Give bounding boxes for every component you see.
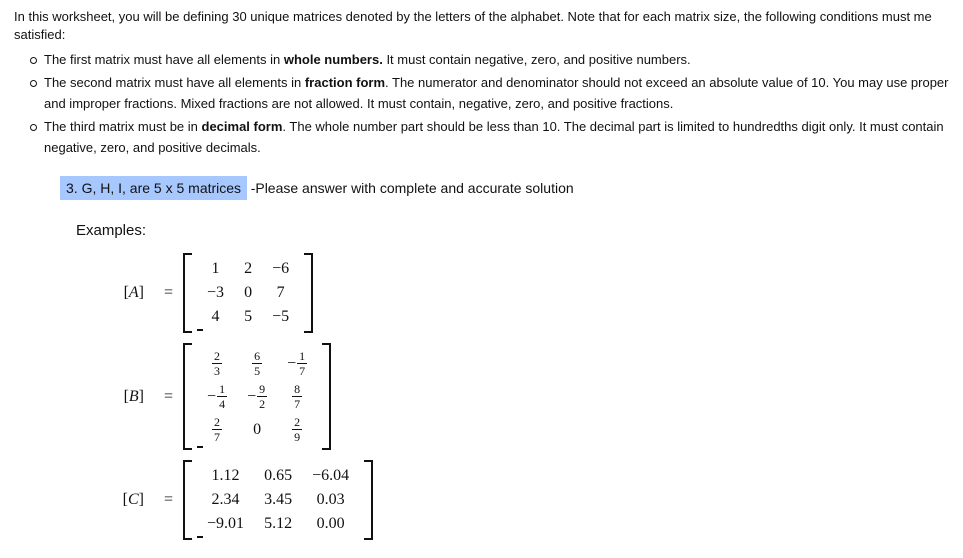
matrix-c-bracket: 1.120.65−6.04 2.343.450.03 −9.015.120.00 bbox=[183, 460, 373, 540]
cell: 23 bbox=[197, 347, 237, 380]
text: The second matrix must have all elements… bbox=[44, 75, 305, 90]
matrix-a-bracket: 12−6 −307 45−5 bbox=[183, 253, 313, 333]
cell: 3.45 bbox=[254, 488, 302, 512]
cell: −5 bbox=[262, 305, 299, 329]
matrix-c-label: [C] bbox=[94, 491, 144, 509]
cell: 1.12 bbox=[197, 464, 254, 488]
intro-text: In this worksheet, you will be defining … bbox=[14, 8, 949, 44]
cell: 0.65 bbox=[254, 464, 302, 488]
please-answer-note: -Please answer with complete and accurat… bbox=[251, 180, 574, 196]
cell: −17 bbox=[277, 347, 317, 380]
cell: 0.03 bbox=[302, 488, 359, 512]
conditions-list: The first matrix must have all elements … bbox=[14, 50, 949, 158]
cell: 65 bbox=[237, 347, 277, 380]
question-row: 3. G, H, I, are 5 x 5 matrices -Please a… bbox=[60, 176, 949, 200]
condition-item: The third matrix must be in decimal form… bbox=[44, 117, 949, 159]
cell: 0 bbox=[237, 413, 277, 446]
matrix-a-table: 12−6 −307 45−5 bbox=[197, 257, 299, 329]
cell: −6 bbox=[262, 257, 299, 281]
bold: fraction form bbox=[305, 75, 385, 90]
bold: whole numbers. bbox=[284, 52, 383, 67]
cell: 0.00 bbox=[302, 512, 359, 536]
condition-item: The second matrix must have all elements… bbox=[44, 73, 949, 115]
text: The first matrix must have all elements … bbox=[44, 52, 284, 67]
cell: −3 bbox=[197, 281, 234, 305]
equals-sign: = bbox=[164, 491, 173, 509]
cell: 27 bbox=[197, 413, 237, 446]
question-highlight: 3. G, H, I, are 5 x 5 matrices bbox=[60, 176, 247, 200]
cell: −14 bbox=[197, 380, 237, 413]
text: The third matrix must be in bbox=[44, 119, 202, 134]
equals-sign: = bbox=[164, 284, 173, 302]
cell: 29 bbox=[277, 413, 317, 446]
cell: −6.04 bbox=[302, 464, 359, 488]
cell: 87 bbox=[277, 380, 317, 413]
cell: 2 bbox=[234, 257, 262, 281]
matrix-b-table: 23 65 −17 −14 −92 87 27 0 29 bbox=[197, 347, 317, 446]
equals-sign: = bbox=[164, 388, 173, 406]
bold: decimal form bbox=[202, 119, 283, 134]
cell: −92 bbox=[237, 380, 277, 413]
matrix-c-row: [C] = 1.120.65−6.04 2.343.450.03 −9.015.… bbox=[94, 460, 949, 540]
cell: −9.01 bbox=[197, 512, 254, 536]
matrix-b-label: [B] bbox=[94, 388, 144, 406]
text: It must contain negative, zero, and posi… bbox=[383, 52, 691, 67]
matrix-a-row: [A] = 12−6 −307 45−5 bbox=[94, 253, 949, 333]
cell: 7 bbox=[262, 281, 299, 305]
condition-item: The first matrix must have all elements … bbox=[44, 50, 949, 71]
matrix-b-bracket: 23 65 −17 −14 −92 87 27 0 29 bbox=[183, 343, 331, 450]
cell: 5.12 bbox=[254, 512, 302, 536]
examples-heading: Examples: bbox=[76, 222, 949, 239]
matrix-b-row: [B] = 23 65 −17 −14 −92 87 27 0 29 bbox=[94, 343, 949, 450]
cell: 2.34 bbox=[197, 488, 254, 512]
cell: 5 bbox=[234, 305, 262, 329]
matrix-a-label: [A] bbox=[94, 284, 144, 302]
cell: 0 bbox=[234, 281, 262, 305]
matrix-c-table: 1.120.65−6.04 2.343.450.03 −9.015.120.00 bbox=[197, 464, 359, 536]
cell: 4 bbox=[197, 305, 234, 329]
cell: 1 bbox=[197, 257, 234, 281]
